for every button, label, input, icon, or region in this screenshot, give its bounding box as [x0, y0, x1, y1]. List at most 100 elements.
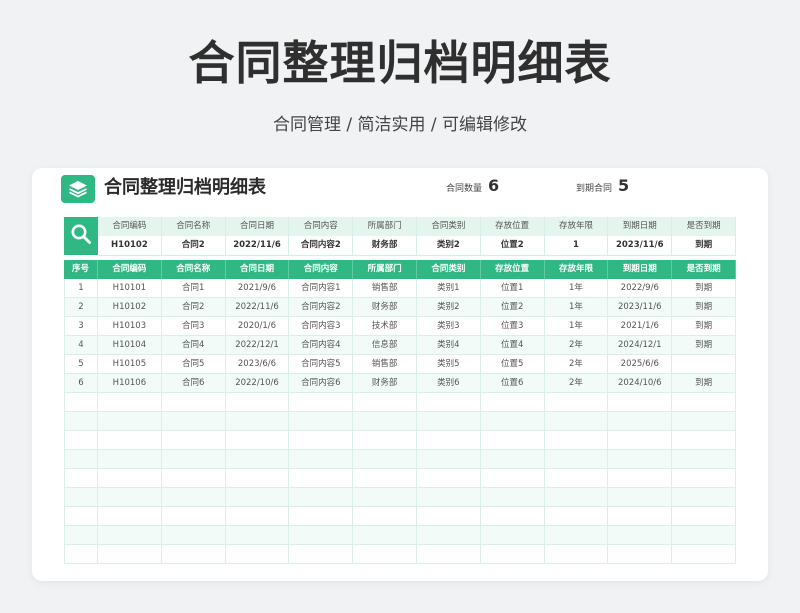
- table-row[interactable]: 5 H10105 合同5 2023/6/6 合同内容5 销售部 类别5 位置5 2年 2025/6…: [64, 355, 736, 374]
- table-cell: [417, 488, 481, 507]
- table-cell: [353, 507, 417, 526]
- search-value-cell: 合同2: [162, 236, 226, 255]
- table-cell: [98, 488, 162, 507]
- table-header: 序号 合同编码 合同名称 合同日期 合同内容 所属部门 合同类别 存放位置 存放年限 到期日期 是否…: [64, 260, 736, 279]
- table-cell: [545, 412, 609, 431]
- table-cell: [608, 431, 673, 450]
- table-cell: [289, 412, 354, 431]
- table-row[interactable]: 4 H10104 合同4 2022/12/1 合同内容4 信息部 类别4 位置4 2年 2024/…: [64, 336, 736, 355]
- table-cell: [417, 450, 481, 469]
- table-row[interactable]: 1 H10101 合同1 2021/9/6 合同内容1 销售部 类别1 位置1 1年 2022/9…: [64, 279, 736, 298]
- table-cell: 到期: [672, 298, 736, 317]
- search-header-cell: 合同内容: [289, 217, 354, 236]
- table-cell: [608, 545, 673, 564]
- table-cell: [672, 545, 736, 564]
- empty-table-row[interactable]: [64, 393, 736, 412]
- table-cell: 4: [64, 336, 98, 355]
- table-cell: [64, 469, 98, 488]
- search-value-cell: 1: [545, 236, 609, 255]
- empty-table-row[interactable]: [64, 431, 736, 450]
- table-cell: [608, 450, 673, 469]
- table-row[interactable]: 6 H10106 合同6 2022/10/6 合同内容6 财务部 类别6 位置6 2年 2024/…: [64, 374, 736, 393]
- empty-table-row[interactable]: [64, 450, 736, 469]
- search-value-cell: 财务部: [353, 236, 417, 255]
- empty-table-row[interactable]: [64, 469, 736, 488]
- table-cell: [608, 507, 673, 526]
- table-cell: 销售部: [353, 279, 417, 298]
- expired-count-stat: 到期合同 5: [576, 176, 629, 195]
- search-value-cell[interactable]: H10102: [98, 236, 162, 255]
- table-cell: 2年: [545, 355, 609, 374]
- table-cell: 3: [64, 317, 98, 336]
- table-cell: [98, 545, 162, 564]
- empty-table-row[interactable]: [64, 488, 736, 507]
- table-cell: 财务部: [353, 374, 417, 393]
- table-cell: 位置5: [481, 355, 545, 374]
- table-cell: 1年: [545, 298, 609, 317]
- table-cell: H10106: [98, 374, 162, 393]
- table-cell: [545, 469, 609, 488]
- table-cell: H10104: [98, 336, 162, 355]
- table-cell: [64, 412, 98, 431]
- table-cell: [353, 450, 417, 469]
- sheet-card: 合同整理归档明细表 合同数量 6 到期合同 5 合同编码 合同名称 合同日期 合同内容…: [32, 168, 768, 581]
- table-cell: 2: [64, 298, 98, 317]
- search-result-row: H10102 合同2 2022/11/6 合同内容2 财务部 类别2 位置2 1 2023/11…: [98, 236, 736, 256]
- table-cell: 位置1: [481, 279, 545, 298]
- table-cell: H10105: [98, 355, 162, 374]
- table-cell: [162, 488, 226, 507]
- table-cell: H10103: [98, 317, 162, 336]
- table-cell: [289, 393, 354, 412]
- table-cell: 1: [64, 279, 98, 298]
- search-header-cell: 到期日期: [608, 217, 673, 236]
- page-subtitle: 合同管理 / 简洁实用 / 可编辑修改: [272, 115, 528, 135]
- layers-icon: [61, 175, 95, 203]
- table-cell: [226, 507, 290, 526]
- table-cell: [672, 393, 736, 412]
- search-button[interactable]: [64, 217, 98, 255]
- table-row[interactable]: 3 H10103 合同3 2020/1/6 合同内容3 技术部 类别3 位置3 1年 2021/1…: [64, 317, 736, 336]
- table-cell: 合同1: [162, 279, 226, 298]
- table-cell: [64, 507, 98, 526]
- table-cell: 2年: [545, 374, 609, 393]
- table-cell: 合同内容1: [289, 279, 354, 298]
- column-header: 序号: [64, 260, 98, 279]
- table-cell: [226, 393, 290, 412]
- table-cell: [481, 431, 545, 450]
- table-cell: [608, 393, 673, 412]
- table-cell: [672, 355, 736, 374]
- empty-table-row[interactable]: [64, 526, 736, 545]
- empty-table-row[interactable]: [64, 545, 736, 564]
- table-cell: [672, 450, 736, 469]
- table-cell: 合同3: [162, 317, 226, 336]
- table-row[interactable]: 2 H10102 合同2 2022/11/6 合同内容2 财务部 类别2 位置2 1年 2023/…: [64, 298, 736, 317]
- table-cell: 合同2: [162, 298, 226, 317]
- table-cell: 类别2: [417, 298, 481, 317]
- expired-count-value: 5: [618, 176, 630, 195]
- column-header: 合同内容: [289, 260, 354, 279]
- table-cell: [289, 545, 354, 564]
- table-cell: [353, 545, 417, 564]
- table-cell: 到期: [672, 279, 736, 298]
- table-cell: [545, 450, 609, 469]
- table-cell: [289, 450, 354, 469]
- table-cell: 2021/1/6: [608, 317, 673, 336]
- table-cell: 类别6: [417, 374, 481, 393]
- empty-table-row[interactable]: [64, 507, 736, 526]
- table-cell: [545, 545, 609, 564]
- table-cell: [226, 488, 290, 507]
- table-cell: [672, 412, 736, 431]
- search-value-cell: 到期: [672, 236, 736, 255]
- table-cell: [64, 488, 98, 507]
- table-cell: 2024/12/1: [608, 336, 673, 355]
- column-header: 合同类别: [417, 260, 481, 279]
- table-cell: [608, 526, 673, 545]
- empty-table-row[interactable]: [64, 412, 736, 431]
- table-cell: 位置4: [481, 336, 545, 355]
- table-cell: [481, 507, 545, 526]
- column-header: 合同日期: [226, 260, 290, 279]
- search-header-cell: 合同类别: [417, 217, 481, 236]
- table-cell: 销售部: [353, 355, 417, 374]
- table-cell: 类别1: [417, 279, 481, 298]
- table-cell: H10101: [98, 279, 162, 298]
